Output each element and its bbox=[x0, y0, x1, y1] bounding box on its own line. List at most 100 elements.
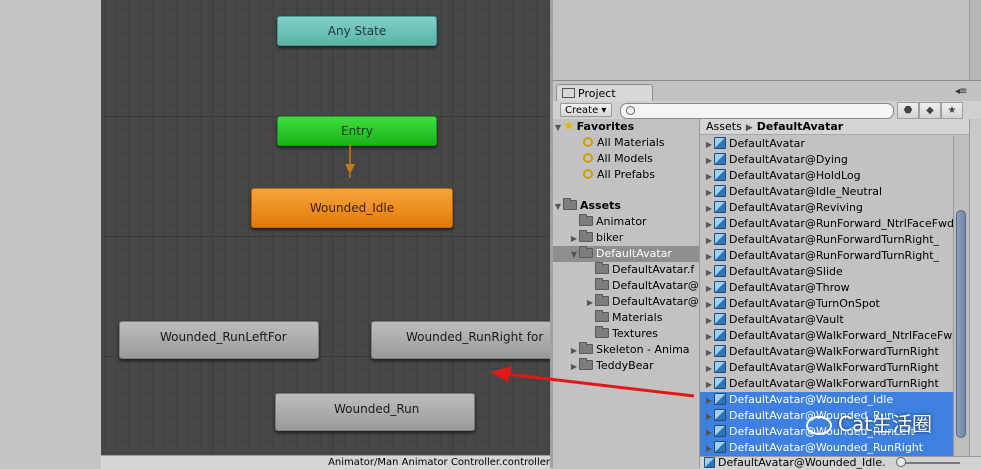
folder-item[interactable]: Materials bbox=[585, 310, 662, 326]
folder-label: DefaultAvatar@ bbox=[612, 279, 699, 292]
folder-item[interactable]: DefaultAvatar.f bbox=[585, 262, 694, 278]
wounded-runright-node[interactable]: Wounded_RunRight for bbox=[371, 321, 550, 359]
asset-label: DefaultAvatar@Reviving bbox=[729, 201, 863, 214]
folder-item[interactable]: DefaultAvatar@ bbox=[585, 278, 699, 294]
breadcrumb-current[interactable]: DefaultAvatar bbox=[757, 120, 843, 133]
asset-label: DefaultAvatar@Dying bbox=[729, 153, 848, 166]
expand-triangle-icon[interactable]: ▶ bbox=[704, 217, 714, 232]
folder-icon bbox=[579, 230, 593, 242]
expand-triangle-icon[interactable]: ▶ bbox=[704, 153, 714, 168]
asset-row[interactable]: ▶ DefaultAvatar@RunForwardTurnRight_ bbox=[700, 248, 953, 264]
icon-size-slider-handle[interactable] bbox=[896, 457, 906, 467]
model-icon bbox=[714, 361, 726, 373]
asset-row[interactable]: ▶ DefaultAvatar@RunForward_NtrlFaceFwd bbox=[700, 216, 953, 232]
expand-triangle-icon[interactable]: ▶ bbox=[704, 329, 714, 344]
assets-header[interactable]: ▼ Assets bbox=[553, 198, 700, 214]
folder-item-selected[interactable]: ▼ DefaultAvatar bbox=[553, 246, 700, 262]
entry-node[interactable]: Entry bbox=[277, 116, 437, 146]
folder-icon bbox=[579, 214, 593, 226]
asset-row[interactable]: ▶ DefaultAvatar@WalkForwardTurnRight bbox=[700, 360, 953, 376]
expand-triangle-icon[interactable]: ▶ bbox=[704, 201, 714, 216]
icon-size-slider[interactable] bbox=[900, 462, 960, 464]
expand-triangle-icon[interactable]: ▶ bbox=[704, 393, 714, 408]
model-icon bbox=[714, 441, 726, 453]
folder-item[interactable]: Textures bbox=[585, 326, 658, 342]
window-menu-icon[interactable]: ◂≡ bbox=[955, 86, 967, 97]
folder-item[interactable]: Animator bbox=[569, 214, 647, 230]
filter-by-type-button[interactable]: ⬣ bbox=[897, 102, 919, 119]
model-icon bbox=[714, 425, 726, 437]
asset-row[interactable]: ▶ DefaultAvatar@Slide bbox=[700, 264, 953, 280]
model-icon bbox=[714, 393, 726, 405]
expand-triangle-icon: ▼ bbox=[570, 250, 578, 259]
favorite-label: All Prefabs bbox=[597, 168, 655, 181]
asset-label: DefaultAvatar@RunForwardTurnRight_ bbox=[729, 249, 940, 262]
asset-row[interactable]: ▶ DefaultAvatar@WalkForwardTurnRight bbox=[700, 376, 953, 392]
expand-triangle-icon[interactable]: ▶ bbox=[704, 233, 714, 248]
create-label: Create ▾ bbox=[565, 105, 607, 116]
asset-label: DefaultAvatar@Vault bbox=[729, 313, 844, 326]
asset-label: DefaultAvatar@Slide bbox=[729, 265, 843, 278]
favorites-header[interactable]: ▼ ★ Favorites bbox=[553, 119, 700, 135]
asset-row[interactable]: ▶ DefaultAvatar@Reviving bbox=[700, 200, 953, 216]
expand-triangle-icon[interactable]: ▶ bbox=[704, 425, 714, 440]
model-icon bbox=[714, 281, 726, 293]
expand-triangle-icon[interactable]: ▶ bbox=[704, 297, 714, 312]
filter-by-label-button[interactable]: ◆ bbox=[919, 102, 941, 119]
expand-triangle-icon: ▶ bbox=[570, 234, 578, 243]
model-icon bbox=[704, 457, 715, 468]
folder-item[interactable]: ▶ Skeleton - Anima bbox=[569, 342, 690, 358]
asset-label: DefaultAvatar@Throw bbox=[729, 281, 850, 294]
favorite-item[interactable]: All Prefabs bbox=[583, 167, 655, 183]
animator-graph[interactable]: Any State Entry Wounded_Idle Wounded_Run… bbox=[101, 0, 550, 455]
asset-row[interactable]: ▶ DefaultAvatar@Idle_Neutral bbox=[700, 184, 953, 200]
expand-triangle-icon[interactable]: ▶ bbox=[704, 185, 714, 200]
asset-label: DefaultAvatar@RunForward_NtrlFaceFwd bbox=[729, 217, 953, 230]
expand-triangle-icon[interactable]: ▶ bbox=[704, 313, 714, 328]
asset-row[interactable]: ▶ DefaultAvatar@Throw bbox=[700, 280, 953, 296]
expand-triangle-icon[interactable]: ▶ bbox=[704, 361, 714, 376]
expand-triangle-icon[interactable]: ▶ bbox=[704, 441, 714, 456]
expand-triangle-icon[interactable]: ▶ bbox=[704, 265, 714, 280]
folder-label: Animator bbox=[596, 215, 647, 228]
search-input[interactable] bbox=[620, 103, 894, 119]
create-button[interactable]: Create ▾ bbox=[560, 103, 612, 117]
wounded-idle-node[interactable]: Wounded_Idle bbox=[251, 188, 453, 228]
expand-triangle-icon[interactable]: ▶ bbox=[704, 137, 714, 152]
model-icon bbox=[714, 169, 726, 181]
expand-triangle-icon[interactable]: ▶ bbox=[704, 281, 714, 296]
expand-triangle-icon[interactable]: ▶ bbox=[704, 249, 714, 264]
asset-row[interactable]: ▶ DefaultAvatar@HoldLog bbox=[700, 168, 953, 184]
inspector-area bbox=[553, 0, 970, 80]
expand-triangle-icon[interactable]: ▶ bbox=[704, 169, 714, 184]
expand-triangle-icon[interactable]: ▶ bbox=[704, 409, 714, 424]
inspector-scroll-edge bbox=[969, 0, 981, 80]
asset-row[interactable]: ▶ DefaultAvatar@Vault bbox=[700, 312, 953, 328]
folder-item[interactable]: ▶ biker bbox=[569, 230, 623, 246]
save-search-button[interactable]: ★ bbox=[941, 102, 963, 119]
asset-row[interactable]: ▶ DefaultAvatar@Wounded_RunRight bbox=[700, 440, 953, 456]
wounded-runleft-node[interactable]: Wounded_RunLeftFor bbox=[119, 321, 319, 359]
breadcrumb-arrow-icon: ▶ bbox=[745, 123, 753, 133]
asset-row[interactable]: ▶ DefaultAvatar@RunForwardTurnRight_ bbox=[700, 232, 953, 248]
wounded-run-node[interactable]: Wounded_Run bbox=[275, 393, 475, 431]
breadcrumb-root[interactable]: Assets bbox=[706, 120, 742, 133]
tab-project[interactable]: Project bbox=[556, 84, 653, 102]
asset-row[interactable]: ▶ DefaultAvatar bbox=[700, 136, 953, 152]
expand-triangle-icon[interactable]: ▶ bbox=[704, 345, 714, 360]
folder-label: Skeleton - Anima bbox=[596, 343, 690, 356]
asset-row[interactable]: ▶ DefaultAvatar@Dying bbox=[700, 152, 953, 168]
model-icon bbox=[714, 265, 726, 277]
asset-row[interactable]: ▶ DefaultAvatar@TurnOnSpot bbox=[700, 296, 953, 312]
asset-row[interactable]: ▶ DefaultAvatar@Wounded_Idle bbox=[700, 392, 953, 408]
folder-item[interactable]: ▶ DefaultAvatar@ bbox=[585, 294, 699, 310]
favorite-item[interactable]: All Models bbox=[583, 151, 653, 167]
scrollbar-thumb[interactable] bbox=[956, 210, 966, 438]
asset-row[interactable]: ▶ DefaultAvatar@WalkForwardTurnRight bbox=[700, 344, 953, 360]
model-icon bbox=[714, 345, 726, 357]
asset-label: DefaultAvatar@WalkForwardTurnRight bbox=[729, 377, 939, 390]
asset-row[interactable]: ▶ DefaultAvatar@WalkForward_NtrlFaceFwd bbox=[700, 328, 953, 344]
favorite-item[interactable]: All Materials bbox=[583, 135, 665, 151]
any-state-node[interactable]: Any State bbox=[277, 16, 437, 46]
expand-triangle-icon[interactable]: ▶ bbox=[704, 377, 714, 392]
